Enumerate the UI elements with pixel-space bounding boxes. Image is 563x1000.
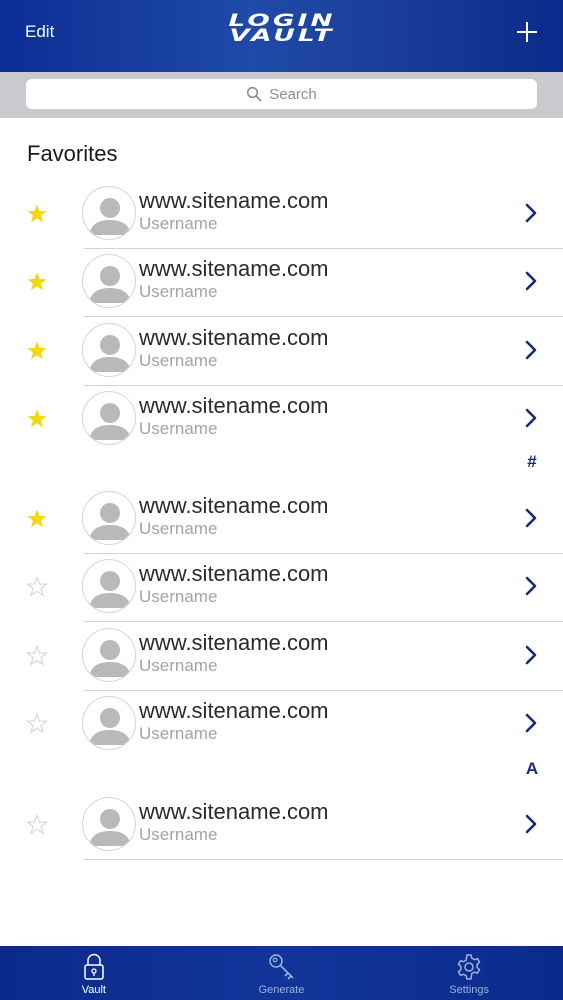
search-bar: Search <box>0 72 563 118</box>
avatar-icon <box>82 391 136 445</box>
entry-username: Username <box>139 519 218 538</box>
avatar-icon <box>82 696 136 750</box>
chevron-right-icon[interactable] <box>522 405 540 431</box>
entry-row[interactable]: www.sitename.com Username <box>0 553 563 621</box>
entry-row[interactable]: www.sitename.com Username <box>0 385 563 453</box>
star-outline-icon[interactable] <box>25 712 49 736</box>
search-input[interactable]: Search <box>26 79 537 109</box>
chevron-right-icon[interactable] <box>522 573 540 599</box>
edit-button[interactable]: Edit <box>25 21 54 43</box>
chevron-right-icon[interactable] <box>522 710 540 736</box>
entry-site: www.sitename.com <box>139 325 329 350</box>
tab-vault-label: Vault <box>81 984 106 996</box>
star-outline-icon[interactable] <box>25 575 49 599</box>
lock-icon <box>84 953 104 980</box>
entry-site: www.sitename.com <box>139 799 329 824</box>
entry-row[interactable]: www.sitename.com Username <box>0 485 563 553</box>
section-title-favorites: Favorites <box>27 141 118 166</box>
entry-username: Username <box>139 419 218 438</box>
entry-site: www.sitename.com <box>139 493 329 518</box>
avatar-icon <box>82 628 136 682</box>
star-filled-icon[interactable] <box>25 202 49 226</box>
gear-icon <box>457 954 481 980</box>
key-icon <box>268 954 294 980</box>
chevron-right-icon[interactable] <box>522 642 540 668</box>
tab-bar: Vault Generate Settings <box>0 946 563 1000</box>
entry-row[interactable]: www.sitename.com Username <box>0 791 563 859</box>
entry-row[interactable]: www.sitename.com Username <box>0 248 563 316</box>
section-index-hash[interactable]: # <box>522 452 542 472</box>
entry-username: Username <box>139 282 218 301</box>
search-icon <box>247 86 262 102</box>
star-filled-icon[interactable] <box>25 507 49 531</box>
entry-site: www.sitename.com <box>139 561 329 586</box>
row-divider <box>84 859 563 860</box>
star-filled-icon[interactable] <box>25 339 49 363</box>
tab-settings-label: Settings <box>449 984 490 996</box>
nav-header: Edit LOGIN VAULT <box>0 0 563 72</box>
avatar-icon <box>82 491 136 545</box>
entry-site: www.sitename.com <box>139 630 329 655</box>
logo-line-2: VAULT <box>229 26 335 46</box>
chevron-right-icon[interactable] <box>522 200 540 226</box>
tab-generate[interactable]: Generate <box>188 946 376 1000</box>
tab-generate-label: Generate <box>258 984 305 996</box>
tab-vault[interactable]: Vault <box>0 946 188 1000</box>
section-index-a[interactable]: A <box>522 759 542 779</box>
plus-icon[interactable] <box>514 19 540 45</box>
avatar-icon <box>82 323 136 377</box>
chevron-right-icon[interactable] <box>522 337 540 363</box>
tab-settings[interactable]: Settings <box>375 946 563 1000</box>
entry-site: www.sitename.com <box>139 188 329 213</box>
search-placeholder: Search <box>269 85 317 103</box>
avatar-icon <box>82 797 136 851</box>
entry-username: Username <box>139 656 218 675</box>
star-outline-icon[interactable] <box>25 644 49 668</box>
avatar-icon <box>82 186 136 240</box>
entry-row[interactable]: www.sitename.com Username <box>0 317 563 385</box>
star-filled-icon[interactable] <box>25 270 49 294</box>
avatar-icon <box>82 559 136 613</box>
entry-username: Username <box>139 351 218 370</box>
entry-site: www.sitename.com <box>139 256 329 281</box>
chevron-right-icon[interactable] <box>522 505 540 531</box>
entry-row[interactable]: www.sitename.com Username <box>0 690 563 758</box>
entry-site: www.sitename.com <box>139 393 329 418</box>
entry-username: Username <box>139 587 218 606</box>
star-outline-icon[interactable] <box>25 813 49 837</box>
chevron-right-icon[interactable] <box>522 811 540 837</box>
entry-username: Username <box>139 724 218 743</box>
star-filled-icon[interactable] <box>25 407 49 431</box>
login-vault-logo: LOGIN VAULT <box>226 13 338 48</box>
entry-username: Username <box>139 214 218 233</box>
avatar-icon <box>82 254 136 308</box>
chevron-right-icon[interactable] <box>522 268 540 294</box>
entry-row[interactable]: www.sitename.com Username <box>0 622 563 690</box>
entry-site: www.sitename.com <box>139 698 329 723</box>
entry-username: Username <box>139 825 218 844</box>
entry-row[interactable]: www.sitename.com Username <box>0 180 563 248</box>
